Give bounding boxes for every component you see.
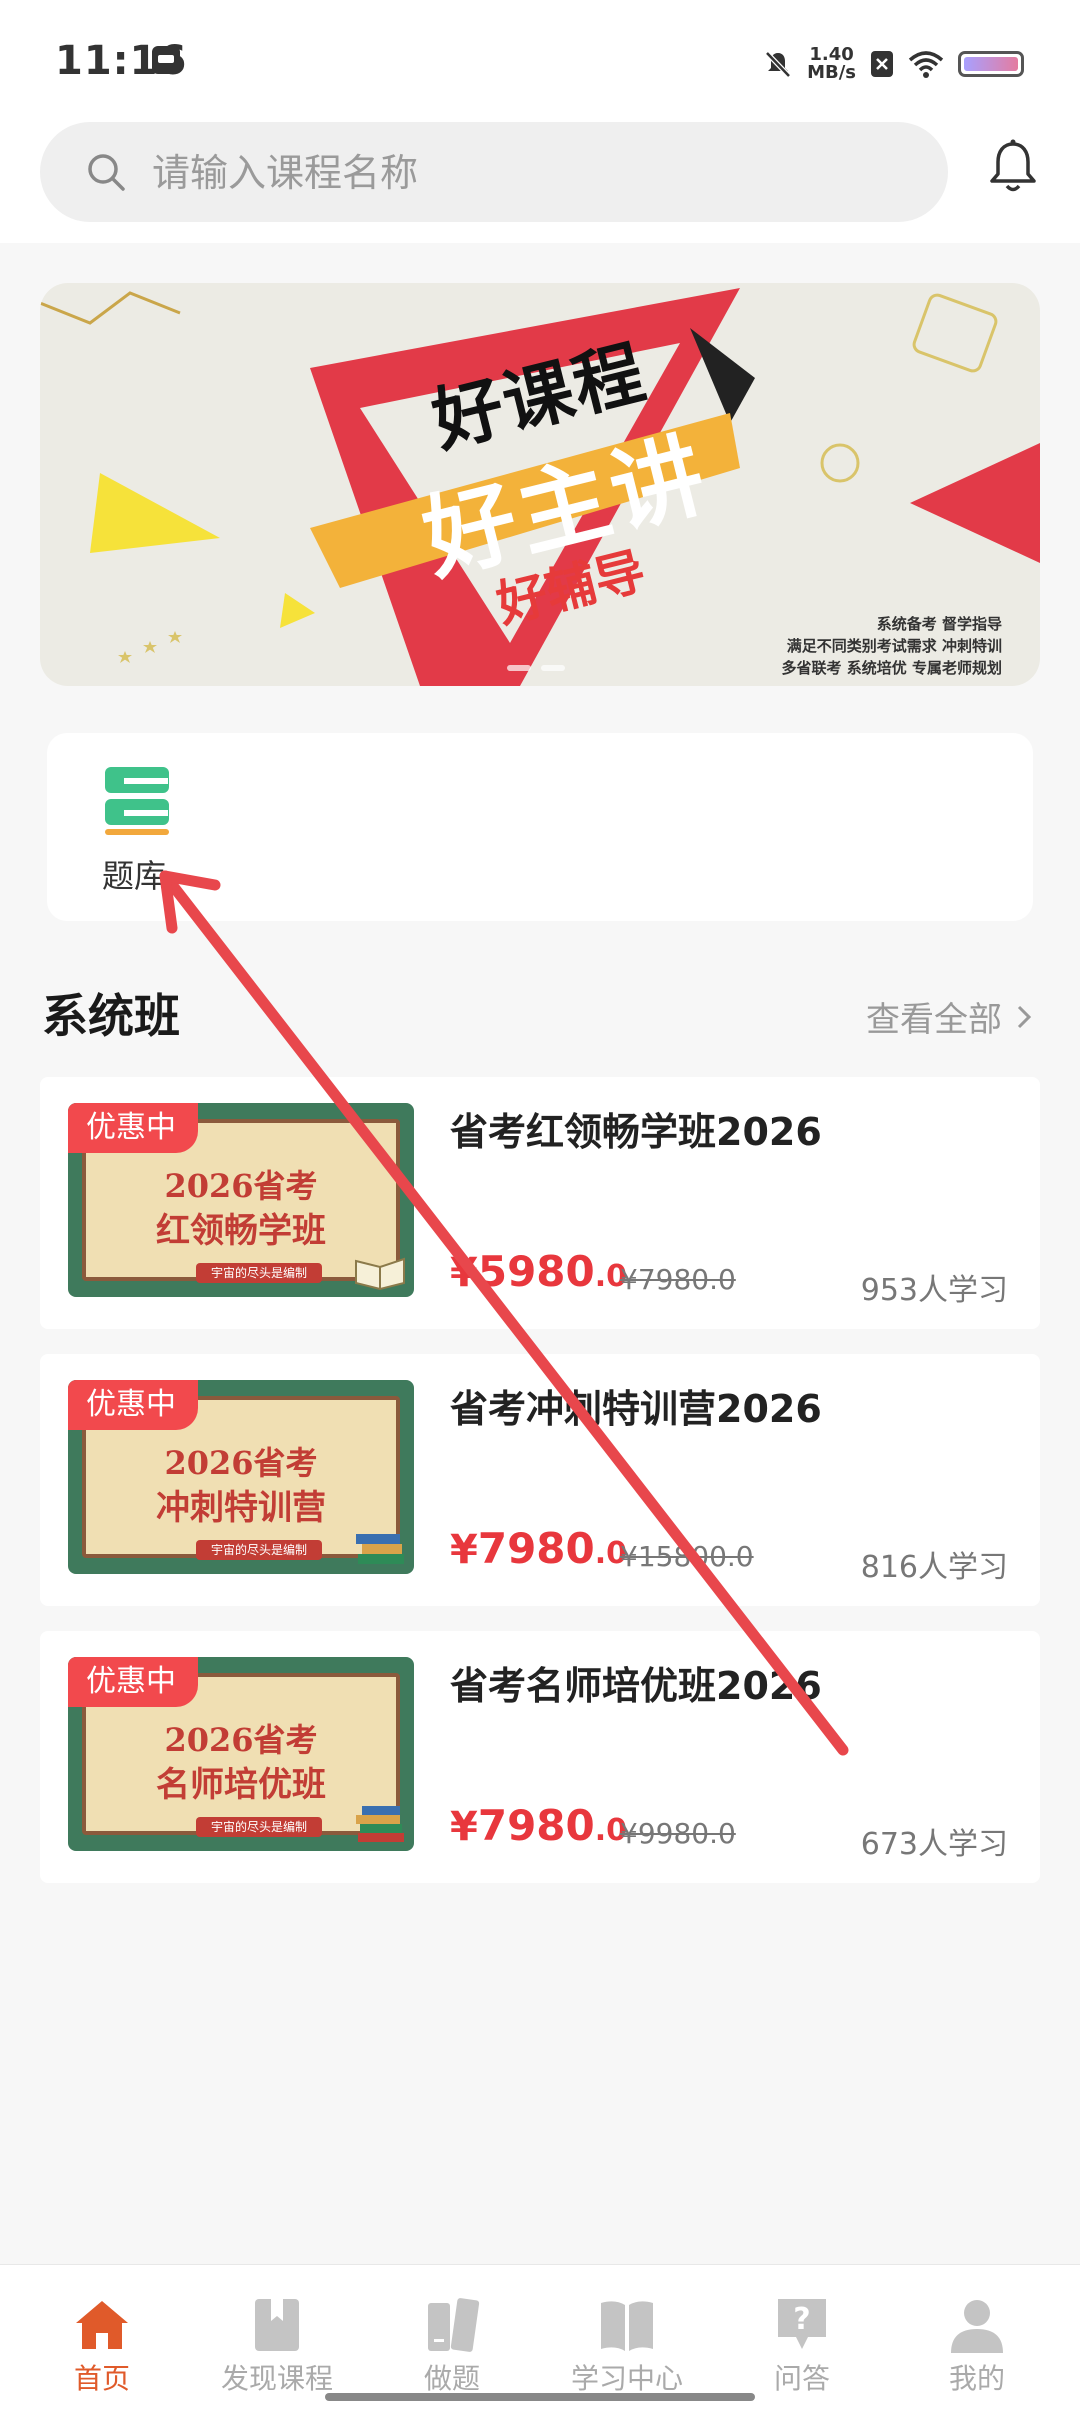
promo-badge: 优惠中: [68, 1657, 198, 1707]
nav-item-mine[interactable]: 我的: [887, 2265, 1067, 2409]
thumbnail-ribbon: 宇宙的尽头是编制: [196, 1263, 322, 1283]
notebook-icon: [428, 2298, 480, 2352]
promo-banner[interactable]: 好课程 好主讲 好辅导 系统备考 督学指导 满足不同类别考试需求 冲刺特训 多省…: [40, 283, 1040, 686]
nav-label: 做题: [423, 2362, 480, 2395]
section-title: 系统班: [42, 989, 180, 1043]
search-input[interactable]: [150, 122, 914, 224]
thumbnail-line1: 2026省考: [164, 1444, 318, 1482]
thumbnail-line1: 2026省考: [164, 1721, 318, 1759]
status-icons: 1.40 MB/s: [763, 44, 1024, 84]
price-integer: 7980: [477, 1524, 595, 1573]
notification-bell-icon[interactable]: [983, 136, 1043, 196]
learner-count: 816人学习: [860, 1550, 1008, 1585]
original-price: ¥9980.0: [620, 1817, 736, 1850]
nav-item-home[interactable]: 首页: [12, 2265, 192, 2409]
battery-icon: [958, 51, 1024, 77]
original-price: ¥15800.0: [620, 1540, 754, 1573]
home-indicator[interactable]: [325, 2393, 755, 2401]
bottom-nav: 首页 发现课程 做题 学习中心 ? 问答 我的: [0, 2264, 1080, 2409]
nav-label: 首页: [73, 2362, 130, 2395]
price-currency: ¥: [450, 1804, 478, 1850]
course-thumbnail: 2026省考 名师培优班 宇宙的尽头是编制 优惠中: [68, 1657, 414, 1851]
course-price: ¥7980.0: [450, 1801, 627, 1850]
course-thumbnail: 2026省考 红领畅学班 宇宙的尽头是编制 优惠中: [68, 1103, 414, 1297]
search-box[interactable]: [40, 122, 948, 224]
nav-item-study-center[interactable]: 学习中心: [537, 2265, 717, 2409]
view-all-label: 查看全部: [866, 1000, 1002, 1040]
banner-pagination: [507, 665, 565, 671]
question-bank-label: 题库: [102, 857, 167, 895]
banner-tag-line: 多省联考 系统培优 专属老师规划: [781, 659, 1002, 677]
course-card[interactable]: 2026省考 冲刺特训营 宇宙的尽头是编制 优惠中 省考冲刺特训营2026 ¥7…: [40, 1354, 1040, 1606]
course-price: ¥5980.0: [450, 1247, 627, 1296]
price-integer: 5980: [477, 1247, 595, 1296]
search-row: [0, 118, 1080, 243]
banner-tag-line: 系统备考 督学指导: [876, 615, 1002, 633]
open-book-icon: [601, 2301, 653, 2351]
course-thumbnail: 2026省考 冲刺特训营 宇宙的尽头是编制 优惠中: [68, 1380, 414, 1574]
price-currency: ¥: [450, 1527, 478, 1573]
chevron-right-icon: [1017, 1005, 1032, 1028]
promo-badge: 优惠中: [68, 1380, 198, 1430]
nav-label: 学习中心: [570, 2362, 683, 2395]
svg-text:?: ?: [793, 2302, 810, 2337]
home-icon: [76, 2301, 128, 2349]
thumbnail-ribbon: 宇宙的尽头是编制: [196, 1540, 322, 1560]
banner-tag-line: 满足不同类别考试需求 冲刺特训: [786, 637, 1002, 655]
status-bar: 11:16 1.40 MB/s: [0, 0, 1080, 118]
nav-item-discover[interactable]: 发现课程: [187, 2265, 367, 2409]
price-integer: 7980: [477, 1801, 595, 1850]
nav-item-qa[interactable]: ? 问答: [712, 2265, 892, 2409]
banner-dot: [507, 665, 531, 671]
thumbnail-line2: 冲刺特训营: [156, 1488, 326, 1528]
original-price: ¥7980.0: [620, 1263, 736, 1296]
question-bank-icon: [105, 767, 169, 835]
price-currency: ¥: [450, 1250, 478, 1296]
nav-item-practice[interactable]: 做题: [362, 2265, 542, 2409]
nav-label: 发现课程: [220, 2362, 333, 2395]
network-speed: 1.40 MB/s: [807, 46, 856, 82]
learner-count: 953人学习: [860, 1273, 1008, 1308]
banner-dot: [541, 665, 565, 671]
nav-label: 我的: [948, 2362, 1005, 2395]
bookmark-book-icon: [255, 2299, 299, 2351]
view-all-link[interactable]: 查看全部: [866, 992, 1032, 1041]
mute-bell-icon: [765, 51, 791, 78]
quick-entry-card: 题库: [47, 733, 1033, 921]
thumbnail-line2: 名师培优班: [156, 1765, 326, 1805]
book-stack-icon: [356, 1534, 404, 1564]
book-stack-icon: [356, 1806, 404, 1842]
question-bubble-icon: ?: [778, 2299, 826, 2349]
promo-badge: 优惠中: [68, 1103, 198, 1153]
sim-x-icon: [871, 51, 893, 77]
thumbnail-line1: 2026省考: [164, 1167, 318, 1205]
wifi-icon: [908, 51, 944, 78]
speed-unit: MB/s: [807, 62, 856, 83]
course-title: 省考红领畅学班2026: [450, 1110, 822, 1154]
course-title: 省考名师培优班2026: [450, 1664, 822, 1708]
course-title: 省考冲刺特训营2026: [450, 1387, 822, 1431]
course-card[interactable]: 2026省考 红领畅学班 宇宙的尽头是编制 优惠中 省考红领畅学班2026 ¥5…: [40, 1077, 1040, 1329]
app-notification-icon: [152, 46, 180, 74]
search-icon: [88, 154, 125, 191]
learner-count: 673人学习: [860, 1827, 1008, 1862]
thumbnail-line2: 红领畅学班: [156, 1211, 326, 1251]
nav-label: 问答: [773, 2362, 830, 2395]
thumbnail-ribbon: 宇宙的尽头是编制: [196, 1817, 322, 1837]
course-card[interactable]: 2026省考 名师培优班 宇宙的尽头是编制 优惠中 省考名师培优班2026 ¥7…: [40, 1631, 1040, 1883]
user-icon: [951, 2300, 1003, 2353]
course-price: ¥7980.0: [450, 1524, 627, 1573]
open-book-icon: [355, 1257, 405, 1291]
